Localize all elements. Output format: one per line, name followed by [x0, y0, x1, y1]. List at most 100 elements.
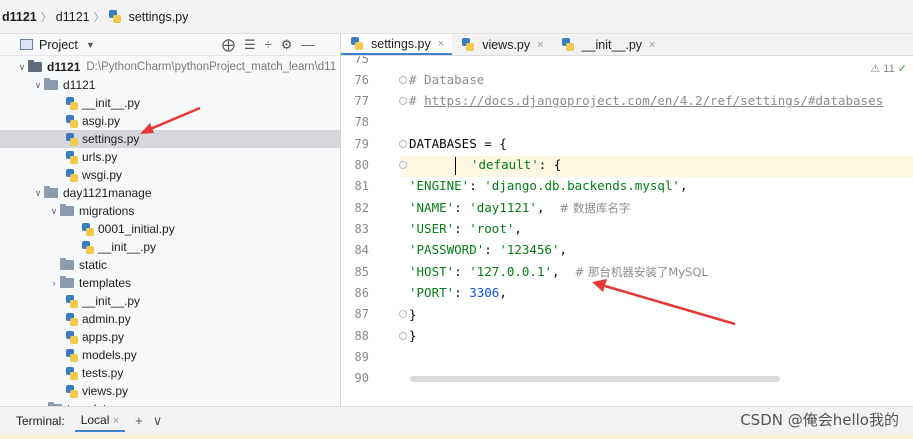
- chevron-down-icon[interactable]: ∨: [48, 206, 60, 217]
- code-string: 'HOST': [409, 264, 455, 279]
- close-icon[interactable]: ×: [113, 415, 119, 427]
- python-file-icon: [66, 132, 78, 146]
- tab-init[interactable]: __init__.py ×: [552, 34, 664, 55]
- python-file-icon: [66, 384, 78, 398]
- code-string: 'USER': [409, 221, 455, 236]
- line-number: 78: [354, 115, 369, 129]
- close-icon[interactable]: ×: [438, 38, 444, 50]
- locate-icon[interactable]: ⨁: [222, 37, 235, 53]
- tree-item-label: __init__.py: [82, 294, 141, 308]
- collapse-all-icon[interactable]: ÷: [265, 37, 272, 53]
- tree-item-file[interactable]: __init__.py: [0, 238, 340, 256]
- check-icon: ✓: [897, 63, 907, 75]
- horizontal-scrollbar[interactable]: [410, 376, 780, 382]
- tree-item-file[interactable]: asgi.py: [0, 112, 340, 130]
- fold-marker-icon[interactable]: [399, 310, 407, 318]
- tree-item-label: models.py: [82, 348, 137, 362]
- line-gutter: 75 76 77 78 79 80 81 82 83 84 85 86 87 8…: [341, 56, 401, 384]
- project-view-selector[interactable]: Project: [39, 38, 78, 52]
- project-view-icon: [20, 39, 33, 50]
- code-brace: }: [409, 328, 417, 343]
- tree-item-root[interactable]: ∨ d1121 D:\PythonCharm\pythonProject_mat…: [0, 58, 340, 76]
- chevron-down-icon[interactable]: ∨: [32, 188, 44, 199]
- chevron-down-icon[interactable]: ∨: [153, 413, 163, 429]
- tree-item-path: D:\PythonCharm\pythonProject_match_learn…: [86, 61, 337, 73]
- tree-item-file[interactable]: admin.py: [0, 310, 340, 328]
- chevron-down-icon[interactable]: ∨: [16, 62, 28, 73]
- line-number: 80: [354, 158, 369, 172]
- chevron-down-icon[interactable]: ∨: [32, 80, 44, 91]
- python-file-icon: [66, 294, 78, 308]
- tab-settings[interactable]: settings.py ×: [341, 34, 453, 55]
- chevron-right-icon: 〉: [93, 11, 105, 24]
- line-number: 85: [354, 265, 369, 279]
- line-number: 83: [354, 222, 369, 236]
- breadcrumb-folder[interactable]: d1121: [56, 10, 90, 24]
- python-file-icon: [66, 312, 78, 326]
- project-panel-header: Project ▼ ⨁ ☰ ÷ ⚙ —: [0, 34, 340, 56]
- fold-marker-icon[interactable]: [399, 97, 407, 105]
- code-comment: # 数据库名字: [559, 201, 631, 215]
- fold-marker-icon[interactable]: [399, 76, 407, 84]
- breadcrumb: d1121 〉 d1121 〉 settings.py: [0, 0, 913, 34]
- tree-item-label: admin.py: [82, 312, 131, 326]
- folder-icon: [28, 60, 42, 72]
- close-icon[interactable]: ×: [537, 39, 543, 51]
- line-number: 84: [354, 243, 369, 257]
- tree-item-folder[interactable]: › templates: [0, 274, 340, 292]
- tree-item-file[interactable]: __init__.py: [0, 292, 340, 310]
- code-string: 'PASSWORD': [409, 242, 485, 257]
- tree-item-folder[interactable]: ∨ d1121: [0, 76, 340, 94]
- inspection-widget[interactable]: ⚠ 11 ✓: [870, 62, 907, 75]
- line-number: 90: [354, 371, 369, 384]
- chevron-right-icon[interactable]: ›: [48, 278, 60, 288]
- code-editor[interactable]: 75 76 77 78 79 80 81 82 83 84 85 86 87 8…: [341, 56, 913, 384]
- fold-marker-icon[interactable]: [399, 161, 407, 169]
- tree-item-folder[interactable]: ∨ day1121manage: [0, 184, 340, 202]
- tree-item-file[interactable]: __init__.py: [0, 94, 340, 112]
- tree-item-file[interactable]: models.py: [0, 346, 340, 364]
- tab-local-terminal[interactable]: Local ×: [74, 410, 126, 432]
- line-number: 75: [354, 56, 369, 66]
- line-number: 81: [354, 179, 369, 193]
- tree-item-file[interactable]: wsgi.py: [0, 166, 340, 184]
- gear-icon[interactable]: ⚙: [281, 37, 293, 53]
- breadcrumb-file[interactable]: settings.py: [129, 10, 189, 24]
- line-number: 79: [354, 137, 369, 151]
- add-icon[interactable]: +: [135, 413, 143, 428]
- fold-marker-icon[interactable]: [399, 140, 407, 148]
- tree-item-folder[interactable]: static: [0, 256, 340, 274]
- chevron-down-icon[interactable]: ▼: [86, 40, 95, 50]
- code-operator: : {: [538, 157, 562, 172]
- docs-link[interactable]: https://docs.djangoproject.com/en/4.2/re…: [424, 93, 883, 108]
- code-line-82: 'NAME': 'day1121', # 数据库名字: [409, 200, 631, 215]
- tree-item-file[interactable]: 0001_initial.py: [0, 220, 340, 238]
- tree-item-file[interactable]: urls.py: [0, 148, 340, 166]
- terminal-label: Terminal:: [16, 413, 65, 428]
- code-string: 'PORT': [409, 285, 455, 300]
- code-line-85: 'HOST': '127.0.0.1', # 那台机器安装了MySQL: [409, 264, 708, 279]
- close-icon[interactable]: ×: [649, 39, 655, 51]
- python-file-icon: [108, 10, 121, 23]
- breadcrumb-project[interactable]: d1121: [2, 10, 37, 24]
- tree-item-label: static: [79, 258, 108, 272]
- code-operator: = {: [476, 136, 507, 151]
- line-number: 82: [354, 201, 369, 215]
- tree-item-file[interactable]: views.py: [0, 382, 340, 400]
- inspection-count: 11: [883, 63, 895, 75]
- code-line-83: 'USER': 'root',: [409, 221, 522, 236]
- tab-views[interactable]: views.py ×: [452, 34, 551, 55]
- code-string: 'ENGINE': [409, 178, 470, 193]
- code-line-87: }: [409, 307, 417, 322]
- tree-item-file[interactable]: apps.py: [0, 328, 340, 346]
- tree-item-label: migrations: [79, 204, 135, 218]
- python-file-icon: [82, 222, 94, 236]
- code-line-79: DATABASES = {: [409, 136, 507, 151]
- hide-icon[interactable]: —: [301, 37, 314, 53]
- expand-all-icon[interactable]: ☰: [244, 37, 256, 53]
- tree-item-folder[interactable]: ∨ migrations: [0, 202, 340, 220]
- tree-item-file-selected[interactable]: settings.py: [0, 130, 340, 148]
- tree-item-file[interactable]: tests.py: [0, 364, 340, 382]
- line-number: 86: [354, 286, 369, 300]
- fold-marker-icon[interactable]: [399, 332, 407, 340]
